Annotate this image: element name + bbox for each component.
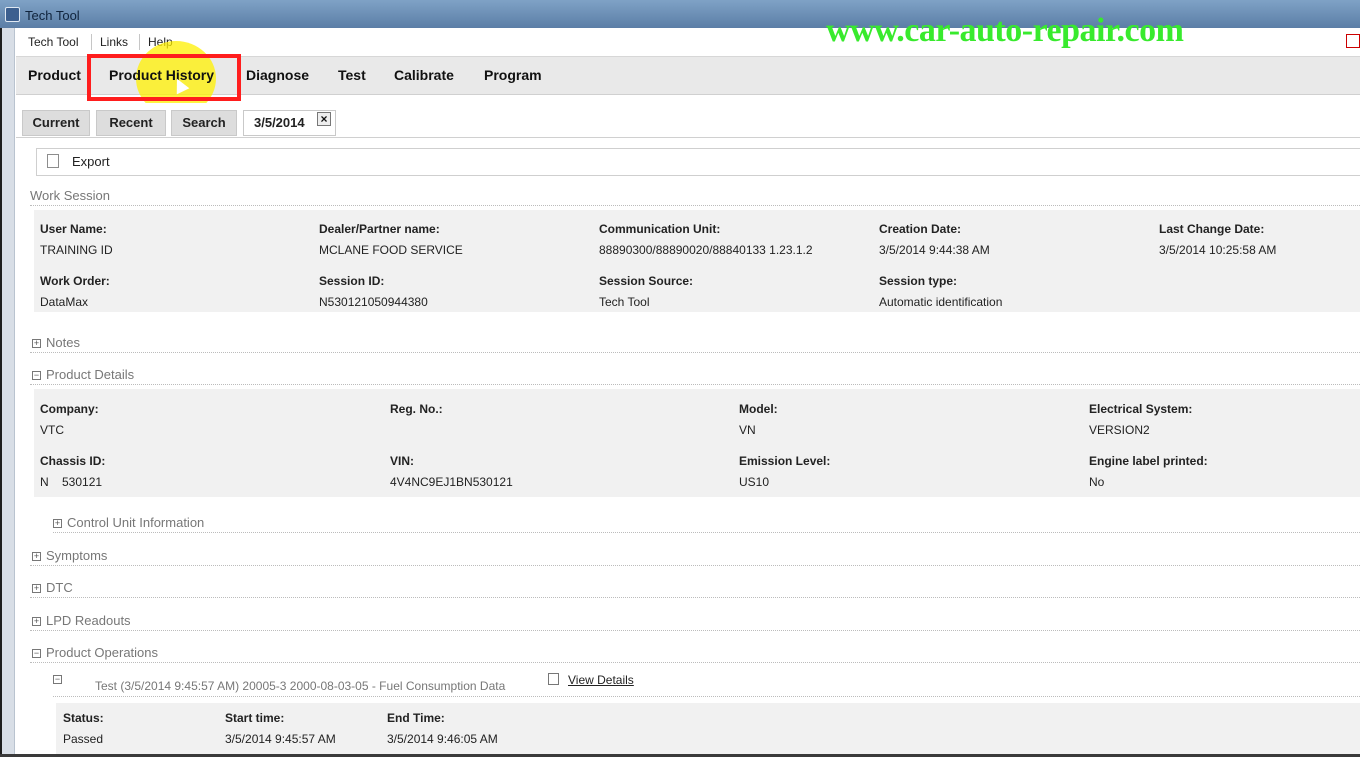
field-label: Engine label printed: — [1089, 454, 1208, 468]
menu-item-links[interactable]: Links — [100, 35, 128, 49]
field-label: Emission Level: — [739, 454, 831, 468]
field-value: VN — [739, 423, 756, 437]
content-toolbar — [36, 148, 1360, 176]
nav-diagnose[interactable]: Diagnose — [246, 67, 309, 83]
field-label: Session type: — [879, 274, 958, 288]
expand-icon[interactable]: + — [32, 552, 41, 561]
field-value: DataMax — [40, 295, 89, 309]
dtc-title[interactable]: DTC — [46, 580, 73, 595]
field-value: Automatic identification — [879, 295, 1003, 309]
field-label: User Name: — [40, 222, 107, 236]
product-details-title[interactable]: Product Details — [46, 367, 134, 382]
control-unit-title[interactable]: Control Unit Information — [67, 515, 204, 530]
section-divider — [30, 352, 1360, 353]
nav-test[interactable]: Test — [338, 67, 366, 83]
menu-separator — [139, 34, 140, 50]
field-value: N530121050944380 — [319, 295, 428, 309]
field-value: 4V4NC9EJ1BN530121 — [390, 475, 513, 489]
window-title: Tech Tool — [25, 8, 80, 23]
field-value: VTC — [40, 423, 64, 437]
tab-close-icon[interactable]: × — [317, 112, 331, 126]
section-divider — [30, 565, 1360, 566]
field-label: Reg. No.: — [390, 402, 443, 416]
tab-search[interactable]: Search — [171, 110, 237, 136]
section-divider — [30, 662, 1360, 663]
section-divider — [30, 597, 1360, 598]
annotation-box — [87, 54, 241, 101]
left-panel — [2, 28, 15, 754]
export-button[interactable]: Export — [72, 154, 110, 169]
export-icon — [47, 154, 59, 168]
menu-separator — [91, 34, 92, 50]
expand-icon[interactable]: + — [53, 519, 62, 528]
watermark-text: www.car-auto-repair.com — [826, 12, 1184, 49]
view-details-link[interactable]: View Details — [568, 673, 634, 687]
field-label: Status: — [63, 711, 104, 725]
field-label: Session ID: — [319, 274, 385, 288]
symptoms-title[interactable]: Symptoms — [46, 548, 107, 563]
field-value: US10 — [739, 475, 770, 489]
field-value: VERSION2 — [1089, 423, 1150, 437]
app-icon — [5, 7, 20, 22]
product-operations-title[interactable]: Product Operations — [46, 645, 158, 660]
field-value: 3/5/2014 10:25:58 AM — [1159, 243, 1277, 257]
field-value: TRAINING ID — [40, 243, 113, 257]
collapse-icon[interactable]: − — [32, 649, 41, 658]
content-divider — [16, 137, 1360, 138]
field-label: Start time: — [225, 711, 285, 725]
field-label: Creation Date: — [879, 222, 962, 236]
section-divider — [53, 696, 1360, 697]
collapse-icon[interactable]: − — [53, 675, 62, 684]
lpd-readouts-title[interactable]: LPD Readouts — [46, 613, 131, 628]
field-label: End Time: — [387, 711, 445, 725]
field-label: Work Order: — [40, 274, 110, 288]
field-value: 3/5/2014 9:45:57 AM — [225, 732, 336, 746]
nav-product[interactable]: Product — [28, 67, 81, 83]
section-divider — [30, 205, 1360, 206]
tab-current[interactable]: Current — [22, 110, 90, 136]
tab-recent[interactable]: Recent — [96, 110, 166, 136]
close-icon[interactable] — [1346, 34, 1360, 48]
field-label: Dealer/Partner name: — [319, 222, 440, 236]
field-label: VIN: — [390, 454, 414, 468]
expand-icon[interactable]: + — [32, 617, 41, 626]
field-value: 3/5/2014 9:44:38 AM — [879, 243, 990, 257]
menu-item-tech-tool[interactable]: Tech Tool — [28, 35, 78, 49]
field-label: Last Change Date: — [1159, 222, 1265, 236]
field-label: Session Source: — [599, 274, 694, 288]
field-value: No — [1089, 475, 1105, 489]
expand-icon[interactable]: + — [32, 584, 41, 593]
field-label: Model: — [739, 402, 778, 416]
section-divider — [30, 384, 1360, 385]
field-label: Company: — [40, 402, 99, 416]
notes-title[interactable]: Notes — [46, 335, 80, 350]
expand-icon[interactable]: + — [32, 339, 41, 348]
field-value: MCLANE FOOD SERVICE — [319, 243, 463, 257]
field-label: Chassis ID: — [40, 454, 106, 468]
nav-calibrate[interactable]: Calibrate — [394, 67, 454, 83]
details-icon[interactable] — [548, 673, 559, 685]
field-label: Electrical System: — [1089, 402, 1193, 416]
work-session-title: Work Session — [30, 188, 110, 203]
field-value: N 530121 — [40, 475, 103, 489]
field-value: 88890300/88890020/88840133 1.23.1.2 — [599, 243, 813, 257]
field-value: 3/5/2014 9:46:05 AM — [387, 732, 498, 746]
section-divider — [53, 532, 1360, 533]
field-value: Tech Tool — [599, 295, 650, 309]
section-divider — [30, 630, 1360, 631]
field-value: Passed — [63, 732, 104, 746]
nav-program[interactable]: Program — [484, 67, 542, 83]
collapse-icon[interactable]: − — [32, 371, 41, 380]
operation-entry: Test (3/5/2014 9:45:57 AM) 20005-3 2000-… — [95, 679, 506, 693]
field-label: Communication Unit: — [599, 222, 721, 236]
